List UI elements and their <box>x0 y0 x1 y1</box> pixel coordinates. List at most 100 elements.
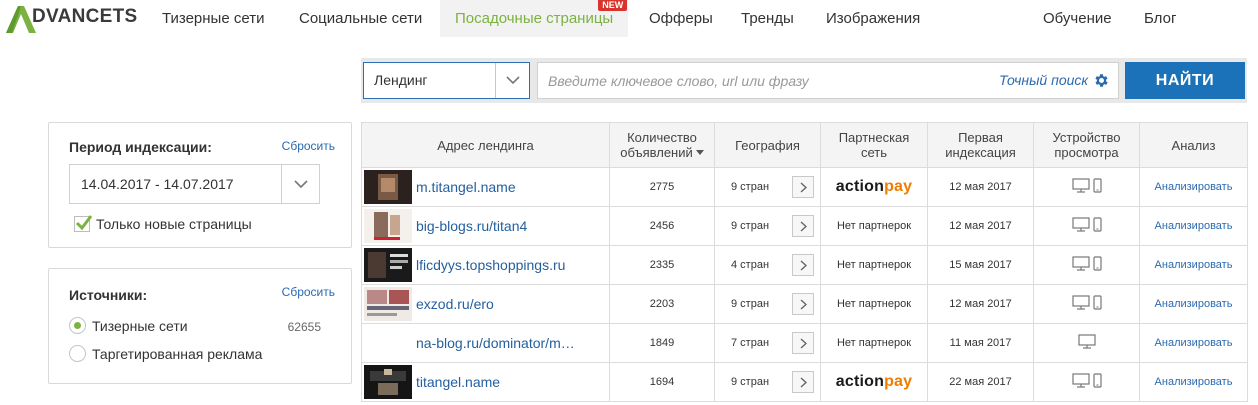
analysis-cell: Анализировать <box>1139 284 1248 324</box>
device-cell <box>1033 284 1140 324</box>
radio-teaser[interactable] <box>69 317 86 334</box>
sources-reset-link[interactable]: Сбросить <box>282 285 335 299</box>
nav-blog[interactable]: Блог <box>1144 0 1176 37</box>
checkmark-icon <box>75 215 93 231</box>
url-cell: titangel.name <box>361 362 610 402</box>
landing-thumbnail[interactable] <box>364 170 412 204</box>
sources-title: Источники: <box>69 287 148 303</box>
network-cell: Нет партнерок <box>820 206 928 246</box>
landing-url-link[interactable]: titangel.name <box>416 363 606 401</box>
url-cell: lficdyys.topshoppings.ru <box>361 245 610 285</box>
chevron-right-icon <box>800 220 807 232</box>
url-cell: big-blogs.ru/titan4 <box>361 206 610 246</box>
landing-url-link[interactable]: exzod.ru/ero <box>416 285 606 323</box>
sources-panel: Источники: Сбросить Тизерные сети 62655 … <box>48 268 352 384</box>
ads-count: 2456 <box>609 206 715 246</box>
landing-thumbnail[interactable] <box>364 365 412 399</box>
nav-social-networks[interactable]: Социальные сети <box>299 0 422 37</box>
advancets-logo[interactable]: DVANCETS <box>4 3 138 35</box>
analysis-cell: Анализировать <box>1139 167 1248 207</box>
analyze-link[interactable]: Анализировать <box>1155 298 1233 310</box>
source-label: Тизерные сети <box>92 317 188 334</box>
source-option-teaser[interactable]: Тизерные сети <box>69 317 188 334</box>
desktop-icon <box>1071 256 1090 271</box>
geo-expand-button[interactable] <box>792 332 814 354</box>
network-name: Нет партнерок <box>836 259 912 271</box>
gear-icon <box>1095 74 1108 87</box>
geo-expand-button[interactable] <box>792 176 814 198</box>
geo-cell: 9 стран <box>714 362 821 402</box>
actionpay-logo[interactable]: actionpay <box>836 373 913 390</box>
geo-expand-button[interactable] <box>792 215 814 237</box>
nav-images[interactable]: Изображения <box>826 0 920 37</box>
header-count-label: Количество объявлений <box>620 130 697 160</box>
header-device: Устройство просмотра <box>1033 122 1140 168</box>
date-range-field[interactable]: 14.04.2017 - 14.07.2017 <box>69 164 320 204</box>
first-index-date: 11 мая 2017 <box>927 323 1034 363</box>
chevron-right-icon <box>800 259 807 271</box>
search-bar: Лендинг Точный поиск НАЙТИ <box>361 58 1247 103</box>
ads-count: 2335 <box>609 245 715 285</box>
landing-url-link[interactable]: na-blog.ru/dominator/m… <box>416 324 606 362</box>
nav-learning[interactable]: Обучение <box>1043 0 1112 37</box>
exact-search-toggle[interactable]: Точный поиск <box>999 63 1110 98</box>
network-cell: Нет партнерок <box>820 284 928 324</box>
first-index-date: 15 мая 2017 <box>927 245 1034 285</box>
geo-expand-button[interactable] <box>792 293 814 315</box>
geo-expand-button[interactable] <box>792 254 814 276</box>
landing-url-link[interactable]: big-blogs.ru/titan4 <box>416 207 606 245</box>
actionpay-logo[interactable]: actionpay <box>836 178 913 195</box>
new-badge: NEW <box>598 0 628 11</box>
radio-targeted[interactable] <box>69 345 86 362</box>
device-cell <box>1033 362 1140 402</box>
only-new-checkbox[interactable] <box>74 215 93 232</box>
analyze-link[interactable]: Анализировать <box>1155 181 1233 193</box>
nav-trends[interactable]: Тренды <box>741 0 794 37</box>
analyze-link[interactable]: Анализировать <box>1155 220 1233 232</box>
ads-count: 1849 <box>609 323 715 363</box>
table-row: big-blogs.ru/titan4 2456 9 стран Нет пар… <box>361 206 1248 246</box>
search-input[interactable] <box>538 63 958 98</box>
geo-countries: 4 стран <box>731 259 770 271</box>
landing-thumbnail[interactable] <box>364 209 412 243</box>
geo-countries: 9 стран <box>731 298 770 310</box>
nav-offers[interactable]: Офферы <box>649 0 713 37</box>
nav-teaser-networks[interactable]: Тизерные сети <box>162 0 264 37</box>
analyze-link[interactable]: Анализировать <box>1155 259 1233 271</box>
source-count: 62655 <box>287 320 321 334</box>
header-geo[interactable]: География <box>714 122 821 168</box>
analyze-link[interactable]: Анализировать <box>1155 376 1233 388</box>
landing-thumbnail[interactable] <box>364 248 412 282</box>
header-count[interactable]: Количество объявлений <box>609 122 715 168</box>
analysis-cell: Анализировать <box>1139 323 1248 363</box>
chevron-right-icon <box>800 298 807 310</box>
find-button[interactable]: НАЙТИ <box>1125 62 1245 99</box>
source-option-targeted[interactable]: Таргетированная реклама <box>69 345 262 362</box>
period-reset-link[interactable]: Сбросить <box>282 139 335 153</box>
analysis-cell: Анализировать <box>1139 245 1248 285</box>
only-new-checkbox-row[interactable]: Только новые страницы <box>74 215 252 232</box>
desktop-icon <box>1071 217 1090 232</box>
device-cell <box>1033 206 1140 246</box>
table-row: exzod.ru/ero 2203 9 стран Нет партнерок … <box>361 284 1248 324</box>
mobile-icon <box>1092 295 1102 310</box>
header-first-index[interactable]: Первая индексация <box>927 122 1034 168</box>
ads-count: 2775 <box>609 167 715 207</box>
landing-thumbnail[interactable] <box>364 287 412 321</box>
chevron-down-icon[interactable] <box>281 165 319 203</box>
chevron-down-icon[interactable] <box>495 63 529 98</box>
top-navigation: DVANCETS Тизерные сети Социальные сети П… <box>0 0 1258 37</box>
landing-url-link[interactable]: lficdyys.topshoppings.ru <box>416 246 606 284</box>
search-type-select[interactable]: Лендинг <box>363 62 530 99</box>
header-network[interactable]: Партнеская сеть <box>820 122 928 168</box>
geo-expand-button[interactable] <box>792 371 814 393</box>
date-range-value: 14.04.2017 - 14.07.2017 <box>81 176 234 192</box>
network-cell: actionpay <box>820 167 928 207</box>
header-url[interactable]: Адрес лендинга <box>361 122 610 168</box>
analyze-link[interactable]: Анализировать <box>1155 337 1233 349</box>
nav-landing-pages[interactable]: Посадочные страницы NEW <box>440 0 629 37</box>
mobile-icon <box>1092 217 1102 232</box>
ads-count: 2203 <box>609 284 715 324</box>
logo-text: DVANCETS <box>32 6 138 27</box>
landing-url-link[interactable]: m.titangel.name <box>416 168 606 206</box>
